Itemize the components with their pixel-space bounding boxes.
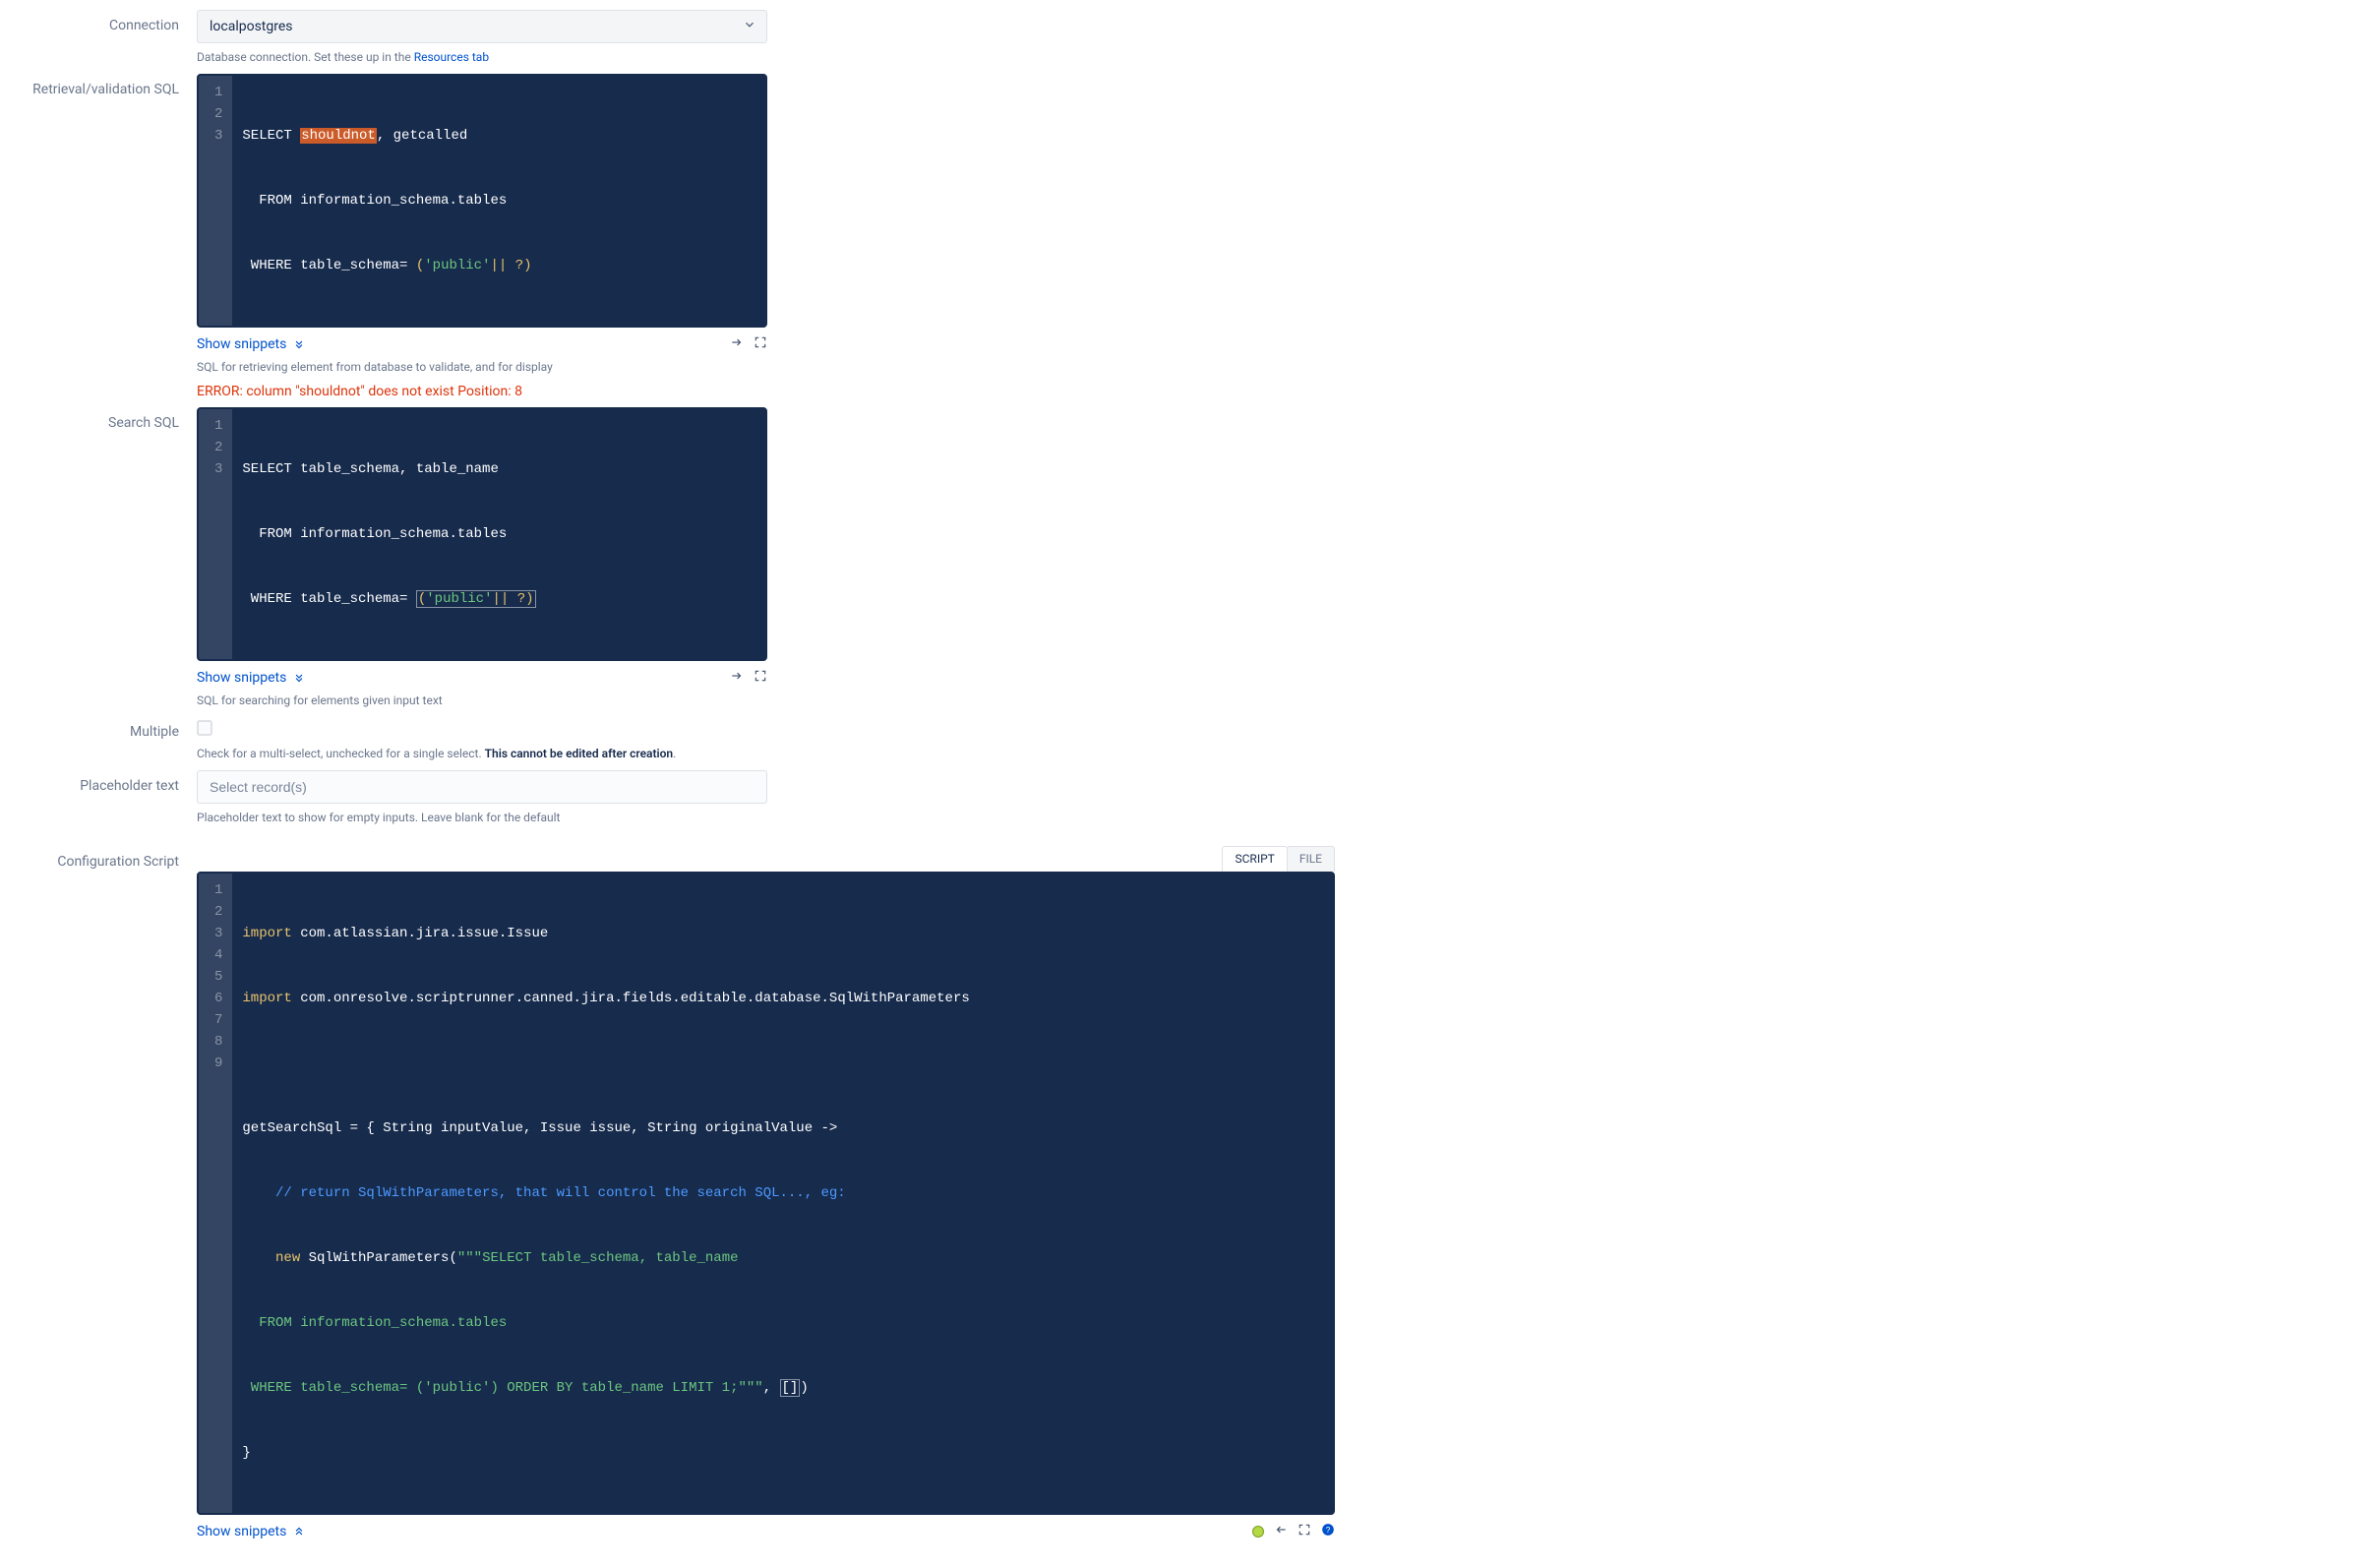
connection-hint: Database connection. Set these up in the… [197,49,767,66]
multiple-checkbox[interactable] [197,720,212,736]
code-body[interactable]: SELECT shouldnot, getcalled FROM informa… [232,76,765,326]
connection-value: localpostgres [210,19,293,34]
retrieval-error: ERROR: column "shouldnot" does not exist… [197,384,767,399]
run-icon[interactable] [730,669,744,687]
code-body[interactable]: SELECT table_schema, table_name FROM inf… [232,409,765,659]
placeholder-label: Placeholder text [20,770,197,794]
multiple-label: Multiple [20,716,197,740]
tab-file[interactable]: FILE [1287,846,1335,872]
connection-label: Connection [20,10,197,33]
search-sql-editor[interactable]: 1 2 3 SELECT table_schema, table_name FR… [197,407,767,661]
expand-icon[interactable] [1298,1523,1311,1540]
placeholder-input[interactable] [197,770,767,804]
retrieval-label: Retrieval/validation SQL [20,74,197,97]
chevron-double-down-icon [292,337,306,351]
run-icon[interactable] [730,335,744,353]
retrieval-sql-editor[interactable]: 1 2 3 SELECT shouldnot, getcalled FROM i… [197,74,767,328]
chevron-down-icon [743,18,756,35]
config-script-editor[interactable]: 1 2 3 4 5 6 7 8 9 import com.atlassian.j… [197,872,1335,1515]
placeholder-hint: Placeholder text to show for empty input… [197,810,767,826]
back-icon[interactable] [1274,1523,1288,1540]
code-body[interactable]: import com.atlassian.jira.issue.Issue im… [232,874,1333,1513]
resources-tab-link[interactable]: Resources tab [414,50,489,64]
show-snippets-link[interactable]: Show snippets [197,1524,306,1539]
multiple-hint: Check for a multi-select, unchecked for … [197,746,767,762]
code-gutter: 1 2 3 4 5 6 7 8 9 [199,874,232,1513]
code-gutter: 1 2 3 [199,76,232,326]
connection-select[interactable]: localpostgres [197,10,767,43]
chevron-double-down-icon [292,671,306,685]
tab-script[interactable]: SCRIPT [1222,846,1287,872]
status-indicator-icon [1252,1526,1264,1538]
code-gutter: 1 2 3 [199,409,232,659]
retrieval-hint: SQL for retrieving element from database… [197,359,767,376]
show-snippets-link[interactable]: Show snippets [197,336,306,352]
chevron-double-up-icon [292,1525,306,1538]
expand-icon[interactable] [754,335,767,353]
search-hint: SQL for searching for elements given inp… [197,693,767,709]
help-icon[interactable]: ? [1321,1523,1335,1540]
config-script-label: Configuration Script [20,846,197,870]
expand-icon[interactable] [754,669,767,687]
search-sql-label: Search SQL [20,407,197,431]
show-snippets-link[interactable]: Show snippets [197,670,306,686]
svg-text:?: ? [1326,1526,1331,1535]
